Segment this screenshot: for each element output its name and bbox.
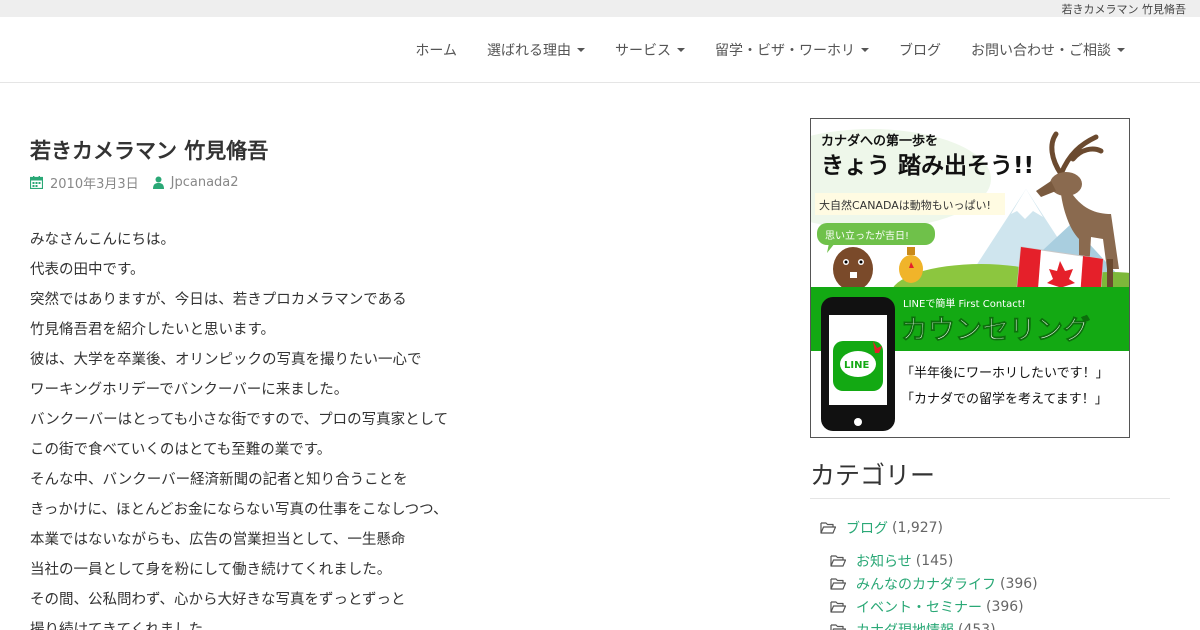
- banner-quote-2: 「カナダでの留学を考えてます！」: [901, 391, 1108, 407]
- nav-item-label: 選ばれる理由: [487, 43, 571, 59]
- post-content: みなさんこんにちは。 代表の田中です。 突然ではありますが、今日は、若きプロカメ…: [30, 225, 448, 630]
- paragraph-line: ワーキングホリデーでバンクーバーに来ました。: [30, 382, 349, 398]
- sidebar: カナダへの第一歩を きょう 踏み出そう!! 大自然CANADAは動物もいっぱい!…: [810, 118, 1170, 630]
- paragraph-line: 当社の一員として身を粉にして働き続けてくれました。: [30, 562, 392, 578]
- category-link[interactable]: カナダ現地情報: [856, 620, 954, 630]
- paragraph-line: この街で食べていくのはとても至難の業です。: [30, 442, 332, 458]
- nav-item-services[interactable]: サービス: [600, 40, 700, 60]
- banner-artwork: カナダへの第一歩を きょう 踏み出そう!! 大自然CANADAは動物もいっぱい!…: [811, 119, 1129, 431]
- nav-item-label: ブログ: [899, 43, 941, 59]
- folder-open-icon: [830, 554, 846, 567]
- folder-open-icon: [820, 521, 836, 534]
- folder-open-icon: [830, 600, 846, 613]
- nav-item-contact[interactable]: お問い合わせ・ご相談: [956, 40, 1140, 60]
- paragraph-line: そんな中、バンクーバー経済新聞の記者と知り合うことを: [30, 472, 408, 488]
- banner-quote-1: 「半年後にワーホリしたいです！」: [901, 366, 1109, 381]
- nav-item-study-visa[interactable]: 留学・ビザ・ワーホリ: [700, 40, 884, 60]
- category-count: (396): [986, 598, 1024, 615]
- category-link[interactable]: イベント・セミナー: [856, 597, 982, 617]
- nav-item-home[interactable]: ホーム: [400, 40, 472, 60]
- paragraph-line: 竹見脩吾君を紹介したいと思います。: [30, 322, 276, 338]
- banner-text-1: カナダへの第一歩を: [821, 133, 938, 149]
- categories-title: カテゴリー: [810, 456, 1170, 499]
- post-author: Jpcanada2: [152, 175, 239, 190]
- nav-item-label: サービス: [615, 43, 671, 59]
- line-logo-text: LINE: [844, 360, 869, 371]
- caret-down-icon: [577, 48, 585, 52]
- folder-open-icon: [830, 623, 846, 630]
- paragraph-line: その間、公私問わず、心から大好きな写真をずっとずっと: [30, 592, 406, 608]
- counseling-banner[interactable]: カナダへの第一歩を きょう 踏み出そう!! 大自然CANADAは動物もいっぱい!…: [810, 118, 1130, 438]
- top-bar: 若きカメラマン 竹見脩吾: [0, 0, 1200, 17]
- nav-item-label: ホーム: [415, 43, 457, 59]
- folder-open-icon: [830, 577, 846, 590]
- navbar: ホーム 選ばれる理由 サービス 留学・ビザ・ワーホリ ブログ お問い合わせ・ご相…: [0, 17, 1200, 83]
- category-link[interactable]: ブログ: [846, 518, 888, 538]
- main-nav: ホーム 選ばれる理由 サービス 留学・ビザ・ワーホリ ブログ お問い合わせ・ご相…: [400, 17, 1140, 83]
- banner-text-3: 大自然CANADAは動物もいっぱい!: [819, 198, 991, 212]
- category-link[interactable]: お知らせ: [856, 551, 912, 571]
- beaver-illustration: [833, 247, 873, 291]
- site-tagline: 若きカメラマン 竹見脩吾: [1061, 3, 1187, 16]
- calendar-icon: [30, 176, 43, 189]
- post-title: 若きカメラマン 竹見脩吾: [30, 139, 269, 163]
- paragraph-line: みなさんこんにちは。: [30, 232, 175, 248]
- nav-item-label: お問い合わせ・ご相談: [971, 43, 1111, 59]
- post-meta: 2010年3月3日 Jpcanada2: [30, 173, 253, 192]
- post-date-link[interactable]: 2010年3月3日: [50, 173, 139, 192]
- paragraph-line: 彼は、大学を卒業後、オリンピックの写真を撮りたい一心で: [30, 352, 422, 368]
- caret-down-icon: [677, 48, 685, 52]
- nav-item-reasons[interactable]: 選ばれる理由: [472, 40, 600, 60]
- category-list: ブログ (1,927) お知らせ (145) みんなのカナダライフ (396) …: [810, 516, 1170, 630]
- category-item: ブログ (1,927): [810, 516, 1170, 539]
- category-count: (145): [915, 552, 954, 569]
- nav-item-blog[interactable]: ブログ: [884, 40, 956, 60]
- caret-down-icon: [861, 48, 869, 52]
- banner-text-2: きょう 踏み出そう!!: [821, 153, 1034, 179]
- paragraph-line: 代表の田中です。: [30, 262, 145, 278]
- banner-counseling: カウンセリング: [901, 314, 1090, 346]
- category-count: (396): [1000, 575, 1038, 592]
- category-item: お知らせ (145): [810, 549, 1170, 572]
- paragraph-line: 突然ではありますが、今日は、若きプロカメラマンである: [30, 292, 407, 308]
- phone-illustration: LINE: [821, 297, 895, 431]
- paragraph-line: 本業ではないながらも、広告の営業担当として、一生懸命: [30, 532, 406, 548]
- post-author-link[interactable]: Jpcanada2: [171, 175, 239, 190]
- user-icon: [152, 176, 164, 189]
- category-link[interactable]: みんなのカナダライフ: [856, 574, 996, 594]
- paragraph-line: きっかけに、ほとんどお金にならない写真の仕事をこなしつつ、: [30, 502, 448, 518]
- category-item: イベント・セミナー (396): [810, 595, 1170, 618]
- nav-item-label: 留学・ビザ・ワーホリ: [715, 43, 855, 59]
- banner-bubble-text: 思い立ったが吉日!: [825, 229, 909, 242]
- category-item: みんなのカナダライフ (396): [810, 572, 1170, 595]
- paragraph-line: バンクーバーはとっても小さな街ですので、プロの写真家として: [30, 412, 449, 428]
- caret-down-icon: [1117, 48, 1125, 52]
- category-item: カナダ現地情報 (453): [810, 618, 1170, 630]
- category-count: (453): [958, 621, 996, 630]
- banner-line-small: LINEで簡単 First Contact!: [903, 297, 1026, 310]
- category-count: (1,927): [892, 519, 944, 536]
- post-date: 2010年3月3日: [30, 173, 139, 192]
- paragraph-line: 撮り続けてきてくれました。: [30, 622, 218, 630]
